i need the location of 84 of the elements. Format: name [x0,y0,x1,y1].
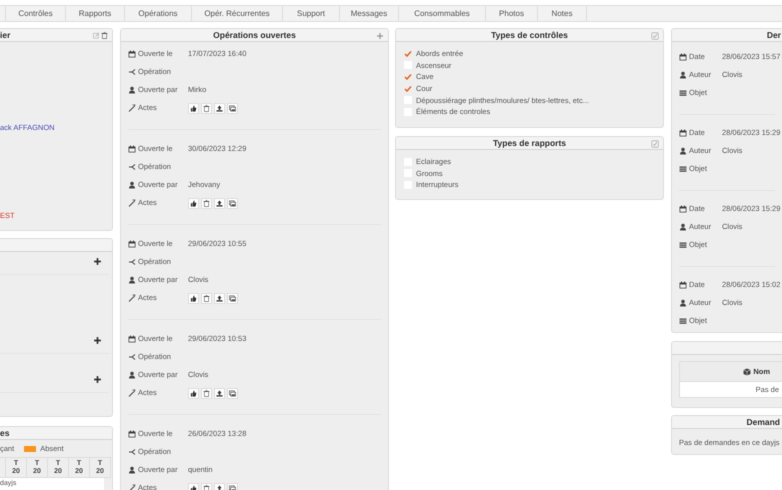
action-button[interactable] [227,198,238,208]
wand-icon [128,484,136,490]
action-button[interactable] [201,198,212,208]
upload-icon [216,200,223,206]
action-button[interactable] [188,292,199,304]
action-button[interactable] [214,198,225,208]
action-button[interactable] [201,292,212,304]
action-button[interactable] [214,102,225,114]
trash-icon [203,294,210,302]
user-icon [128,276,136,284]
trash-icon [203,484,210,490]
panel-title: Opérations ouvertes [213,30,296,40]
user-icon [679,223,687,231]
user-icon [128,466,136,474]
list-icon [679,165,687,173]
images-icon [229,294,236,302]
images-icon [229,200,236,206]
cube-icon [743,368,752,376]
fork-icon [128,163,136,171]
images-icon [229,104,236,112]
images-icon [229,484,236,490]
wand-icon [128,389,136,397]
panel-title: es [0,428,10,438]
user-icon [679,299,687,307]
thumbs-up-icon [190,294,197,302]
action-button[interactable] [188,198,199,208]
user-icon [128,181,136,189]
add-icon [93,375,102,384]
thumbs-up-icon [190,390,197,396]
action-button[interactable] [214,292,225,304]
thumbs-up-icon [190,484,197,490]
upload-icon [216,484,223,490]
calendar-icon [679,281,687,289]
trash-icon [101,32,108,39]
add-icon [376,32,384,40]
list-icon [679,317,687,325]
images-icon [229,390,236,396]
calendar-icon [128,430,136,438]
panel-title: Demand [746,418,780,426]
action-button[interactable] [188,102,199,114]
calendar-icon [679,129,687,137]
user-icon [128,371,136,379]
action-button[interactable] [227,292,238,304]
wand-icon [128,199,136,207]
panel-title: Der [766,30,781,40]
panel-title: Types de rapports [492,138,566,148]
edit-icon [93,32,100,39]
calendar-icon [128,335,136,343]
upload-icon [216,294,223,302]
user-icon [679,147,687,155]
calendar-icon [128,145,136,153]
action-button[interactable] [188,388,199,398]
action-button[interactable] [214,388,225,398]
panel-title: ier [0,30,10,40]
thumbs-up-icon [190,200,197,206]
add-icon [93,257,102,266]
add-icon [93,336,102,345]
action-button[interactable] [201,388,212,398]
list-icon [679,89,687,97]
panel-title: Types de contrôles [491,30,568,40]
trash-icon [203,104,210,112]
fork-icon [128,353,136,361]
thumbs-up-icon [190,104,197,112]
calendar-icon [128,240,136,248]
wand-icon [128,104,136,112]
action-button[interactable] [227,102,238,114]
wand-icon [128,294,136,302]
calendar-icon [679,53,687,61]
fork-icon [128,448,136,456]
upload-icon [216,390,223,396]
calendar-icon [679,205,687,213]
action-button[interactable] [201,102,212,114]
upload-icon [216,104,223,112]
checklist-icon [651,32,659,40]
calendar-icon [128,50,136,58]
user-icon [128,86,136,94]
list-icon [679,241,687,249]
user-icon [679,71,687,79]
trash-icon [203,200,210,206]
fork-icon [128,258,136,266]
fork-icon [128,68,136,76]
action-button[interactable] [227,388,238,398]
trash-icon [203,390,210,396]
checklist-icon [651,140,659,148]
